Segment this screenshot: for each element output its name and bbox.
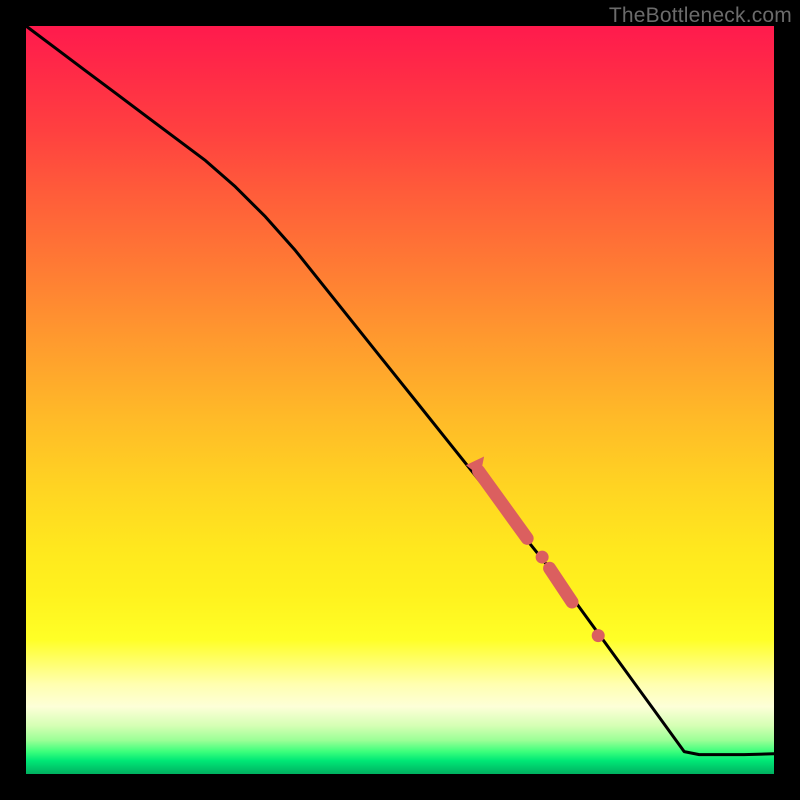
curve-line xyxy=(26,26,774,755)
watermark-label: TheBottleneck.com xyxy=(609,4,792,28)
chart-overlay xyxy=(26,26,774,774)
chart-stage: TheBottleneck.com xyxy=(0,0,800,800)
